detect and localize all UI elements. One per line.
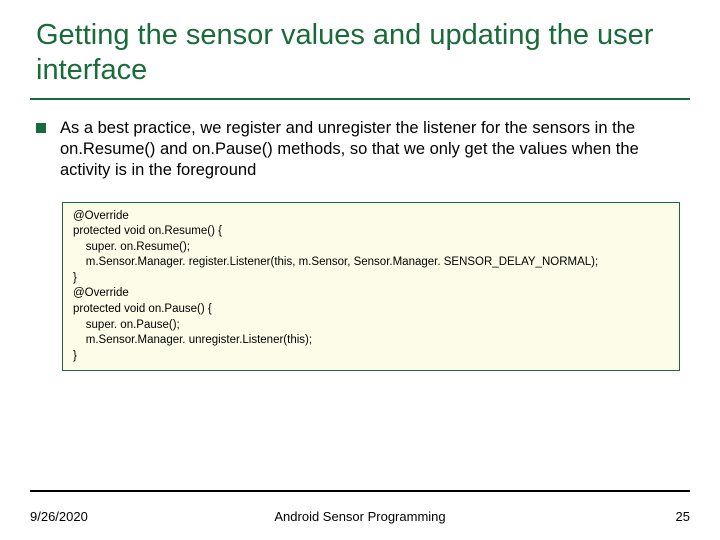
- code-line: super. on.Pause();: [73, 318, 669, 334]
- slide-footer: 9/26/2020 Android Sensor Programming 25: [30, 509, 690, 524]
- code-block: @Override protected void on.Resume() { s…: [62, 202, 680, 371]
- code-line: }: [73, 271, 669, 287]
- footer-divider: [30, 490, 690, 492]
- code-line: @Override: [73, 286, 669, 302]
- code-line: m.Sensor.Manager. register.Listener(this…: [73, 255, 669, 271]
- code-line: }: [73, 349, 669, 365]
- slide: Getting the sensor values and updating t…: [0, 0, 720, 540]
- body-text: As a best practice, we register and unre…: [60, 118, 690, 182]
- slide-title: Getting the sensor values and updating t…: [30, 18, 690, 100]
- code-line: @Override: [73, 209, 669, 225]
- code-line: protected void on.Pause() {: [73, 302, 669, 318]
- code-line: m.Sensor.Manager. unregister.Listener(th…: [73, 333, 669, 349]
- code-line: protected void on.Resume() {: [73, 224, 669, 240]
- bullet-row: As a best practice, we register and unre…: [30, 118, 690, 182]
- code-line: super. on.Resume();: [73, 240, 669, 256]
- footer-title: Android Sensor Programming: [30, 509, 690, 524]
- square-bullet-icon: [36, 123, 46, 133]
